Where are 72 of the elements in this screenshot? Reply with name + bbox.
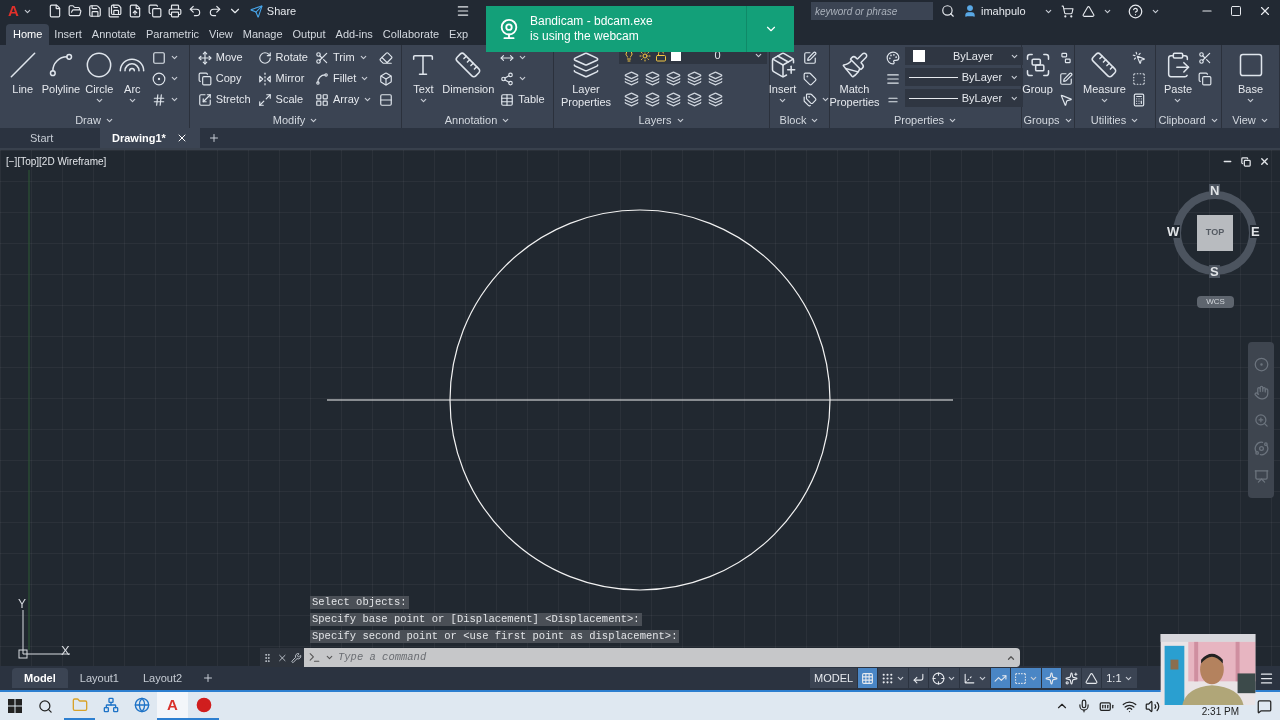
ribbon-button[interactable]: Arc xyxy=(117,47,148,105)
compass-label[interactable]: N xyxy=(1209,184,1221,197)
ribbon-tab[interactable]: Add-ins xyxy=(330,24,378,45)
panel-title[interactable]: Modify xyxy=(190,112,401,128)
ribbon-button[interactable]: Match Properties xyxy=(828,47,881,109)
ucs-dropdown[interactable]: WCS xyxy=(1197,296,1234,308)
ribbon-button[interactable]: Mirror xyxy=(255,68,310,89)
ribbon-tab[interactable]: Parametric xyxy=(140,24,205,45)
ribbon-tab[interactable]: Insert xyxy=(49,24,87,45)
ribbon-button[interactable]: Polyline xyxy=(40,47,82,96)
ribbon-tab[interactable]: Collaborate xyxy=(377,24,445,45)
ribbon-button[interactable]: Circle xyxy=(84,47,115,105)
clock[interactable]: 2:31 PM xyxy=(1201,707,1239,717)
ribbon-tab[interactable]: Home xyxy=(6,24,50,45)
layout-tab[interactable]: Layout1 xyxy=(67,668,131,688)
ribbon-button[interactable]: Paste xyxy=(1162,47,1194,105)
ribbon-button[interactable]: Base xyxy=(1235,47,1266,105)
ribbon-button[interactable]: Insert xyxy=(767,47,798,105)
ribbon-button[interactable]: Move xyxy=(195,47,253,68)
panel-title[interactable]: Groups xyxy=(1022,112,1074,128)
file-tab[interactable]: Start xyxy=(0,128,100,148)
ribbon-button[interactable]: Layer Properties xyxy=(556,47,616,109)
share-button[interactable]: Share xyxy=(249,2,297,20)
command-field[interactable]: Type a command xyxy=(304,648,1020,667)
taskbar-app[interactable]: A xyxy=(157,692,188,720)
ribbon-button[interactable]: Table xyxy=(498,89,547,110)
search-field[interactable]: keyword or phrase xyxy=(811,2,933,20)
ribbon-tab[interactable]: Output xyxy=(287,24,331,45)
panel-title[interactable]: Draw xyxy=(0,112,189,128)
ribbon-button[interactable]: Dimension xyxy=(441,47,496,96)
ribbon-button[interactable]: Fillet xyxy=(313,68,375,89)
ribbon-button[interactable]: Scale xyxy=(255,89,310,110)
ribbon-button[interactable]: Measure xyxy=(1082,47,1127,105)
ribbon-tab[interactable]: Exp xyxy=(444,24,474,45)
toast-title: Bandicam - bdcam.exe xyxy=(530,14,654,29)
model-button[interactable]: MODEL xyxy=(810,668,858,688)
property-dropdown[interactable]: ByLayer xyxy=(904,89,1023,107)
compass-label[interactable]: S xyxy=(1209,265,1220,278)
ribbon-button[interactable]: Trim xyxy=(313,47,375,68)
command-input[interactable]: Type a command xyxy=(338,649,1002,666)
axis-label: Y xyxy=(18,598,26,610)
viewcube-face[interactable]: TOP xyxy=(1197,215,1233,251)
panel-title[interactable]: Utilities xyxy=(1075,112,1155,128)
property-dropdown[interactable]: ByLayer xyxy=(904,47,1023,65)
scale-dropdown[interactable]: 1:1 xyxy=(1102,668,1137,688)
ribbon-button[interactable]: Stretch xyxy=(195,89,253,110)
viewport-label[interactable]: [−][Top][2D Wireframe] xyxy=(6,154,107,169)
ribbon-tab[interactable]: Annotate xyxy=(86,24,141,45)
layout-tab[interactable]: Model xyxy=(12,668,68,688)
drawing-canvas[interactable]: [−][Top][2D Wireframe] N W TOP E S WCS Y X Select objects: Specify base point or [Displacement] <Displacement>: Specify second point or <use first point as displacement>: Type a command xyxy=(0,148,1280,666)
axis-label: X xyxy=(61,644,70,657)
compass-label[interactable]: W xyxy=(1166,225,1181,238)
ribbon-button[interactable]: Array xyxy=(313,89,375,110)
toast-text: is using the webcam xyxy=(530,29,640,44)
ribbon-button[interactable]: Text xyxy=(408,47,439,105)
panel-title[interactable]: Clipboard xyxy=(1156,112,1221,128)
ribbon-button[interactable]: Line xyxy=(7,47,38,96)
user-button[interactable]: imahpulo xyxy=(963,2,1053,20)
ribbon-tab[interactable]: View xyxy=(204,24,238,45)
panel-title[interactable]: Layers xyxy=(554,112,769,128)
compass-label[interactable]: E xyxy=(1250,225,1261,238)
panel-title[interactable]: Properties xyxy=(830,112,1021,128)
property-dropdown[interactable]: ByLayer xyxy=(904,68,1023,86)
ribbon-button[interactable]: Copy xyxy=(195,68,253,89)
ribbon-button[interactable]: Rotate xyxy=(255,47,310,68)
panel-title[interactable]: View xyxy=(1222,112,1279,128)
file-tab[interactable]: Drawing1* xyxy=(100,128,200,148)
ribbon-button[interactable]: Group xyxy=(1021,47,1054,96)
ribbon-tab[interactable]: Manage xyxy=(237,24,288,45)
panel-title[interactable]: Block xyxy=(770,112,829,128)
panel-title[interactable]: Annotation xyxy=(402,112,553,128)
layout-tab[interactable]: Layout2 xyxy=(130,668,195,688)
